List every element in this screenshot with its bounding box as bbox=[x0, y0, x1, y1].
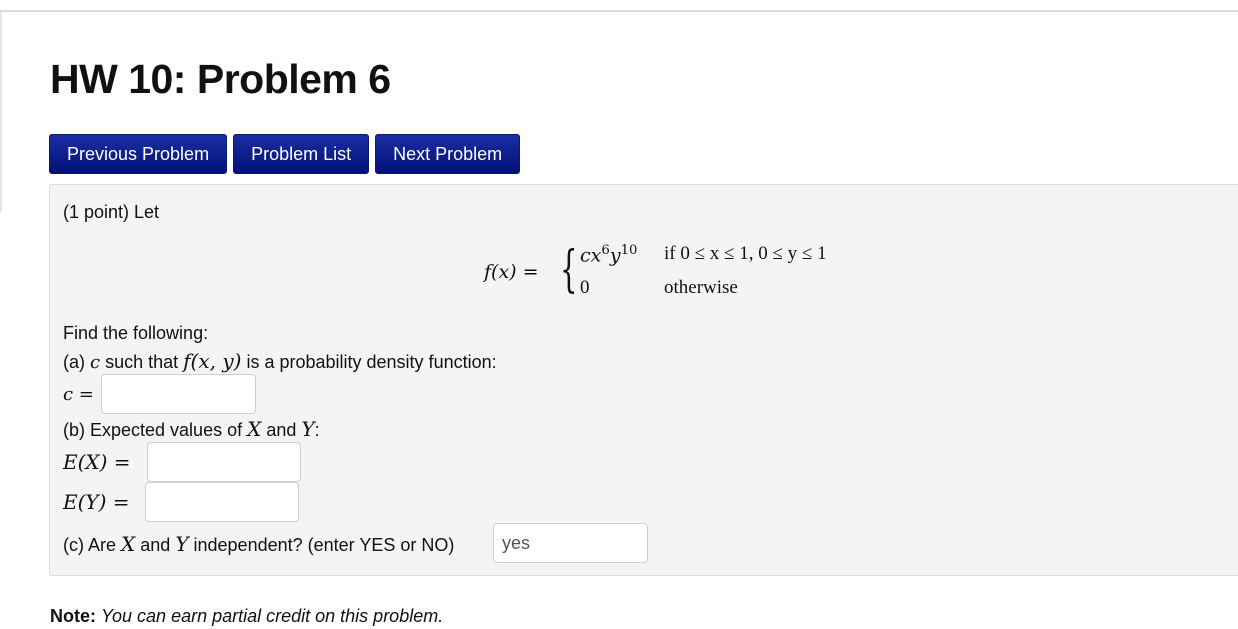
formula-case-1: cx6y10 bbox=[580, 243, 638, 267]
note-text: You can earn partial credit on this prob… bbox=[101, 606, 444, 626]
problem-intro: (1 point) Let bbox=[63, 202, 160, 222]
problem-navigation: Previous Problem Problem List Next Probl… bbox=[49, 134, 521, 174]
left-divider bbox=[0, 12, 2, 212]
independence-answer-input[interactable] bbox=[493, 523, 648, 563]
top-divider bbox=[0, 10, 1238, 12]
formula-case-1-condition: if 0 ≤ x ≤ 1, 0 ≤ y ≤ 1 bbox=[664, 243, 827, 264]
part-a-text: (a) c such that f(x, y) is a probability… bbox=[63, 349, 497, 373]
density-formula: f(x) = { cx6y10 if 0 ≤ x ≤ 1, 0 ≤ y ≤ 1 … bbox=[484, 240, 944, 307]
formula-lhs: f(x) = bbox=[484, 261, 539, 283]
c-answer-input[interactable] bbox=[101, 374, 256, 414]
next-problem-button[interactable]: Next Problem bbox=[375, 134, 521, 174]
partial-credit-note: Note: You can earn partial credit on thi… bbox=[50, 606, 443, 627]
ex-label: E(X) = bbox=[63, 450, 131, 474]
ey-label: E(Y) = bbox=[63, 490, 130, 514]
formula-case-2: 0 bbox=[580, 277, 590, 298]
page: HW 10: Problem 6 Previous Problem Proble… bbox=[0, 0, 1238, 629]
find-label: Find the following: bbox=[63, 323, 209, 343]
part-c-text: (c) Are X and Y independent? (enter YES … bbox=[63, 532, 455, 556]
ex-answer-input[interactable] bbox=[147, 442, 301, 482]
c-label: c = bbox=[63, 384, 94, 405]
problem-body: (1 point) Let f(x) = { cx6y10 if 0 ≤ x ≤… bbox=[49, 184, 1238, 576]
problem-list-button[interactable]: Problem List bbox=[233, 134, 370, 174]
note-label: Note: bbox=[50, 606, 96, 626]
previous-problem-button[interactable]: Previous Problem bbox=[49, 134, 228, 174]
formula-brace: { bbox=[560, 240, 578, 298]
part-b-text: (b) Expected values of X and Y: bbox=[63, 417, 320, 441]
ey-answer-input[interactable] bbox=[145, 482, 299, 522]
page-title: HW 10: Problem 6 bbox=[50, 56, 391, 102]
formula-case-2-condition: otherwise bbox=[664, 277, 738, 298]
